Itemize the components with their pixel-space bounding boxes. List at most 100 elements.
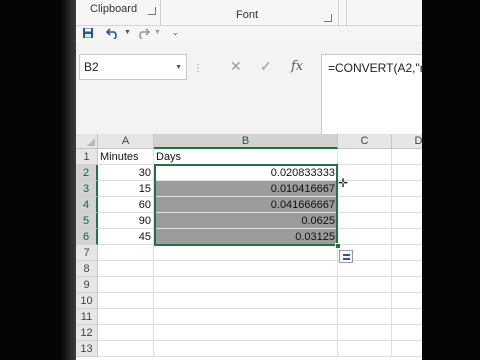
undo-dropdown-icon[interactable]: ▼ bbox=[124, 29, 131, 36]
quick-analysis-icon bbox=[343, 254, 350, 260]
row-header[interactable]: 9 bbox=[76, 277, 98, 293]
cell-c8[interactable] bbox=[338, 261, 392, 277]
cell-a4[interactable]: 60 bbox=[98, 197, 154, 213]
clipboard-launcher-icon[interactable] bbox=[148, 7, 156, 15]
chevron-down-icon[interactable]: ▼ bbox=[175, 64, 182, 71]
cell-d5[interactable] bbox=[392, 213, 422, 229]
cell-b2[interactable]: 0.020833333 bbox=[154, 165, 338, 181]
cell-a2[interactable]: 30 bbox=[98, 165, 154, 181]
cell-d10[interactable] bbox=[392, 293, 422, 309]
name-box-value: B2 bbox=[84, 60, 99, 74]
ribbon: Clipboard Font bbox=[76, 0, 422, 26]
cell-d3[interactable] bbox=[392, 181, 422, 197]
formula-input[interactable]: =CONVERT(A2,"mn" bbox=[321, 54, 422, 136]
cell-b5[interactable]: 0.0625 bbox=[154, 213, 338, 229]
group-separator bbox=[160, 0, 161, 26]
cell-b9[interactable] bbox=[154, 277, 338, 293]
cell-d1[interactable] bbox=[392, 149, 422, 165]
cell-b4[interactable]: 0.041666667 bbox=[154, 197, 338, 213]
cell-c13[interactable] bbox=[338, 341, 392, 357]
cell-b6[interactable]: 0.03125 bbox=[154, 229, 338, 245]
quick-access-toolbar: ▼ ▼ ⌄ bbox=[76, 26, 422, 42]
cell-c12[interactable] bbox=[338, 325, 392, 341]
enter-icon[interactable]: ✓ bbox=[260, 58, 272, 75]
cell-a7[interactable] bbox=[98, 245, 154, 261]
cell-a3[interactable]: 15 bbox=[98, 181, 154, 197]
undo-icon[interactable] bbox=[105, 27, 120, 42]
insert-function-button[interactable]: fx bbox=[291, 59, 303, 74]
redo-icon[interactable] bbox=[136, 27, 151, 42]
row-header[interactable]: 6 bbox=[76, 229, 98, 245]
cell-d11[interactable] bbox=[392, 309, 422, 325]
font-launcher-icon[interactable] bbox=[324, 14, 332, 22]
cell-b13[interactable] bbox=[154, 341, 338, 357]
fill-handle[interactable] bbox=[335, 243, 341, 249]
formula-bar: B2 ▼ ⋮ ✕ ✓ fx =CONVERT(A2,"mn" bbox=[76, 48, 422, 136]
cell-a13[interactable] bbox=[98, 341, 154, 357]
clipboard-group-label: Clipboard bbox=[90, 3, 138, 15]
row-header[interactable]: 7 bbox=[76, 245, 98, 261]
cell-b11[interactable] bbox=[154, 309, 338, 325]
cell-c10[interactable] bbox=[338, 293, 392, 309]
cell-b3[interactable]: 0.010416667 bbox=[154, 181, 338, 197]
cell-b1[interactable]: Days bbox=[154, 149, 338, 165]
row-header[interactable]: 1 bbox=[76, 149, 98, 165]
font-group-label: Font bbox=[236, 9, 259, 21]
name-box[interactable]: B2 ▼ bbox=[79, 54, 187, 80]
video-letterbox-right bbox=[422, 0, 480, 360]
cell-d6[interactable] bbox=[392, 229, 422, 245]
cell-c1[interactable] bbox=[338, 149, 392, 165]
cell-c5[interactable] bbox=[338, 213, 392, 229]
row-header[interactable]: 4 bbox=[76, 197, 98, 213]
excel-window: Clipboard Font ▼ ▼ ⌄ B2 ▼ ⋮ ✕ ✓ fx =CONV… bbox=[62, 0, 422, 360]
column-header-d[interactable]: D bbox=[392, 134, 422, 149]
cell-c4[interactable] bbox=[338, 197, 392, 213]
row-header[interactable]: 8 bbox=[76, 261, 98, 277]
monitor-bezel bbox=[62, 0, 76, 360]
column-header-c[interactable]: C bbox=[338, 134, 392, 149]
cell-c11[interactable] bbox=[338, 309, 392, 325]
cursor-icon: ✛ bbox=[338, 176, 349, 190]
cell-d12[interactable] bbox=[392, 325, 422, 341]
cell-d9[interactable] bbox=[392, 277, 422, 293]
cell-a11[interactable] bbox=[98, 309, 154, 325]
cell-a1[interactable]: Minutes bbox=[98, 149, 154, 165]
cell-a5[interactable]: 90 bbox=[98, 213, 154, 229]
column-header-a[interactable]: A bbox=[98, 134, 154, 149]
group-separator bbox=[346, 0, 347, 26]
cell-c6[interactable] bbox=[338, 229, 392, 245]
column-header-b[interactable]: B bbox=[154, 134, 338, 149]
cell-a9[interactable] bbox=[98, 277, 154, 293]
cell-b7[interactable] bbox=[154, 245, 338, 261]
cell-c9[interactable] bbox=[338, 277, 392, 293]
cell-d2[interactable] bbox=[392, 165, 422, 181]
cell-d4[interactable] bbox=[392, 197, 422, 213]
quick-analysis-button[interactable] bbox=[339, 250, 353, 263]
group-separator bbox=[338, 0, 339, 26]
cell-d7[interactable] bbox=[392, 245, 422, 261]
save-icon[interactable] bbox=[82, 27, 94, 42]
cell-b12[interactable] bbox=[154, 325, 338, 341]
cell-a10[interactable] bbox=[98, 293, 154, 309]
formula-buttons: ✕ ✓ fx bbox=[202, 54, 316, 80]
cell-b8[interactable] bbox=[154, 261, 338, 277]
row-header[interactable]: 11 bbox=[76, 309, 98, 325]
row-header[interactable]: 2 bbox=[76, 165, 98, 181]
select-all-button[interactable] bbox=[76, 134, 98, 149]
worksheet-grid[interactable]: A B C D 1 2 3 4 5 6 7 8 9 10 11 12 13 Mi… bbox=[76, 134, 422, 360]
cell-b10[interactable] bbox=[154, 293, 338, 309]
redo-dropdown-icon[interactable]: ▼ bbox=[154, 29, 161, 36]
cell-a12[interactable] bbox=[98, 325, 154, 341]
row-header[interactable]: 3 bbox=[76, 181, 98, 197]
row-header[interactable]: 10 bbox=[76, 293, 98, 309]
row-header[interactable]: 5 bbox=[76, 213, 98, 229]
cell-a8[interactable] bbox=[98, 261, 154, 277]
customize-qat-icon[interactable]: ⌄ bbox=[172, 28, 179, 37]
cancel-icon[interactable]: ✕ bbox=[230, 58, 242, 75]
row-header[interactable]: 13 bbox=[76, 341, 98, 357]
row-header[interactable]: 12 bbox=[76, 325, 98, 341]
formula-bar-splitter[interactable]: ⋮ bbox=[193, 63, 203, 74]
cell-d13[interactable] bbox=[392, 341, 422, 357]
cell-d8[interactable] bbox=[392, 261, 422, 277]
cell-a6[interactable]: 45 bbox=[98, 229, 154, 245]
